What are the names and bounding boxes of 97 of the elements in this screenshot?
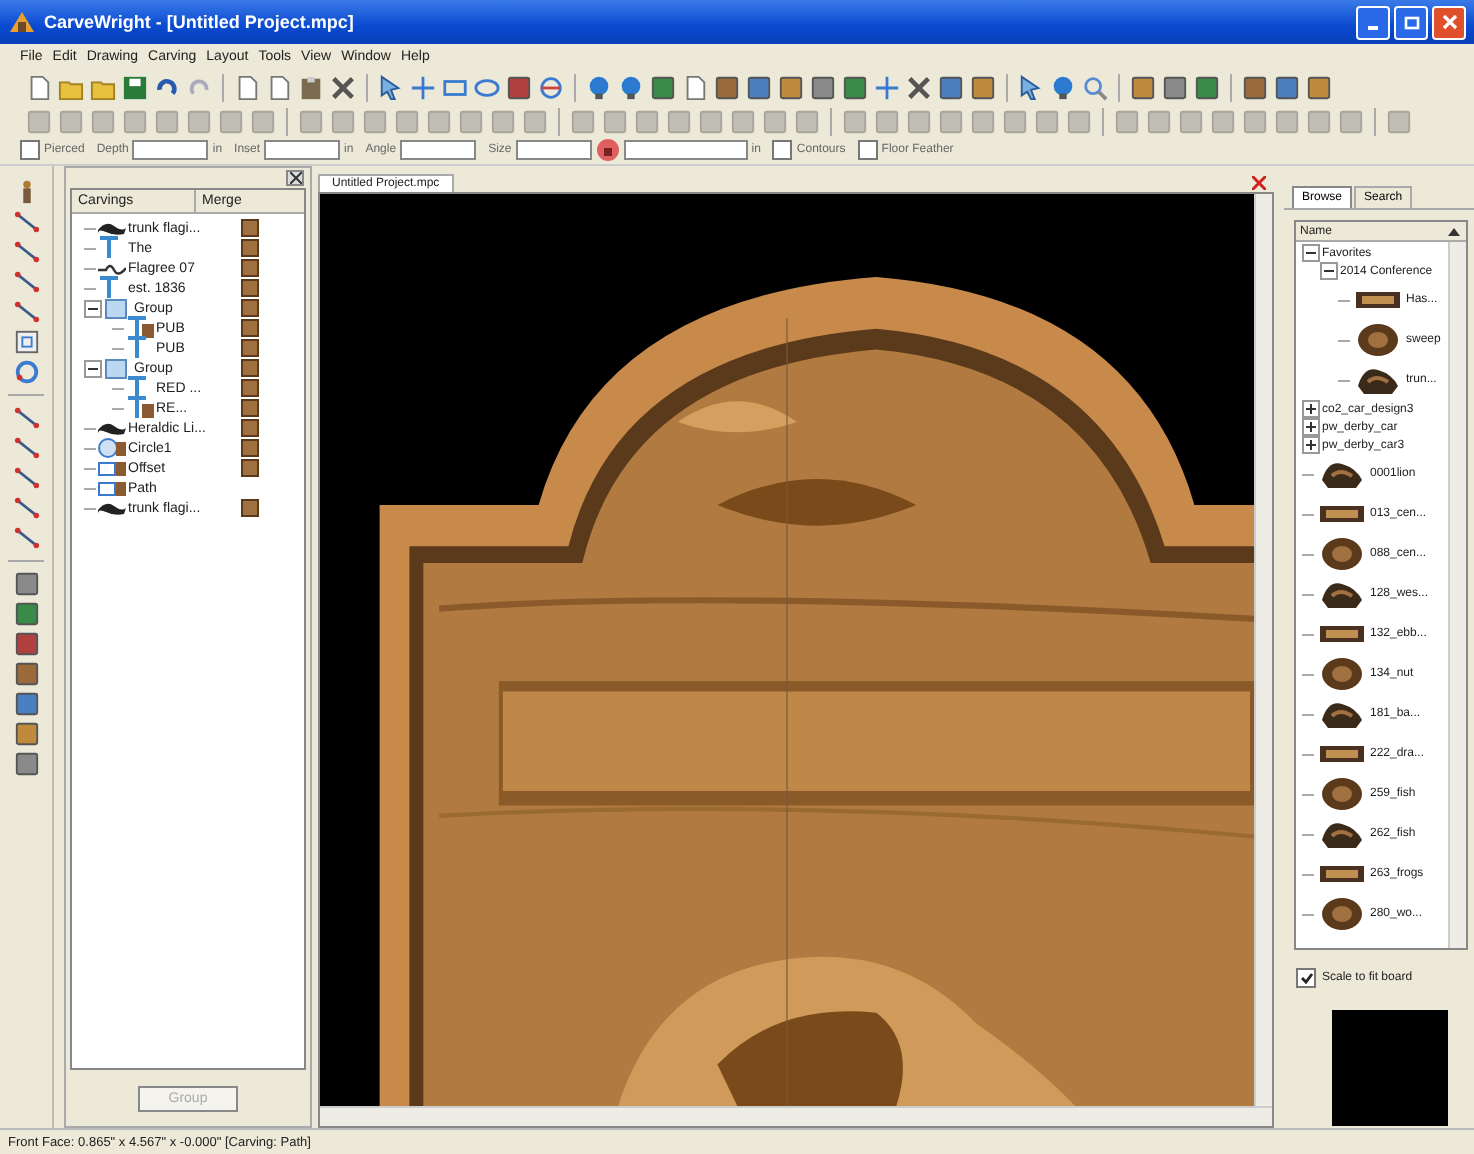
square-icon[interactable] (1304, 71, 1334, 103)
delete-icon[interactable] (328, 71, 358, 103)
merge-icon[interactable] (240, 318, 260, 338)
node-icon[interactable] (11, 434, 41, 462)
merge-icon[interactable] (240, 418, 260, 438)
square-icon[interactable] (744, 71, 774, 103)
merge-icon[interactable] (240, 398, 260, 418)
square-icon[interactable] (1240, 71, 1270, 103)
preview-area (1332, 1010, 1448, 1126)
square-icon[interactable] (776, 71, 806, 103)
scrollbar[interactable] (1254, 194, 1272, 1106)
minimize-button[interactable] (1356, 5, 1390, 39)
node-icon[interactable] (11, 208, 41, 236)
close-icon[interactable] (286, 170, 304, 186)
node-icon[interactable] (11, 494, 41, 522)
square-icon[interactable] (11, 630, 41, 658)
merge-icon[interactable] (240, 358, 260, 378)
square-icon[interactable] (11, 660, 41, 688)
square-icon[interactable] (712, 71, 742, 103)
collapse-icon[interactable] (1320, 262, 1338, 280)
scrollbar[interactable] (320, 1106, 1272, 1126)
merge-icon[interactable] (240, 238, 260, 258)
merge-icon[interactable] (240, 298, 260, 318)
group-icon (104, 296, 132, 320)
pointer-icon[interactable] (1016, 71, 1046, 103)
node-icon[interactable] (11, 238, 41, 266)
expand-icon[interactable] (1302, 436, 1320, 454)
pattern-icon (126, 316, 154, 340)
sort-arrow-icon[interactable] (1446, 223, 1462, 239)
square-icon[interactable] (504, 71, 534, 103)
square-icon[interactable] (11, 600, 41, 628)
model-thumbnail-icon (1316, 896, 1368, 932)
frame-icon[interactable] (11, 328, 41, 356)
scrollbar[interactable] (1448, 242, 1466, 948)
collapse-icon[interactable] (84, 299, 102, 317)
checkbox[interactable] (772, 140, 793, 160)
group-icon (104, 356, 132, 380)
merge-icon[interactable] (240, 338, 260, 358)
collapse-icon[interactable] (84, 359, 102, 377)
node-icon[interactable] (11, 268, 41, 296)
checkbox[interactable] (1296, 968, 1316, 988)
model-thumbnail-icon (1316, 656, 1368, 692)
pattern-icon (126, 396, 154, 420)
save-icon[interactable] (120, 71, 150, 103)
restore-icon[interactable] (1403, 14, 1419, 30)
square-icon[interactable] (840, 71, 870, 103)
restore-button[interactable] (1394, 5, 1428, 39)
square-icon[interactable] (11, 690, 41, 718)
square-icon[interactable] (936, 71, 966, 103)
square-icon[interactable] (11, 720, 41, 748)
expand-icon[interactable] (1302, 418, 1320, 436)
input-field[interactable] (400, 140, 477, 160)
close-button[interactable] (1432, 5, 1466, 39)
model-thumbnail-icon (1352, 322, 1404, 358)
node-icon[interactable] (11, 524, 41, 552)
merge-icon[interactable] (240, 438, 260, 458)
model-thumbnail-icon (1316, 776, 1368, 812)
merge-icon[interactable] (240, 378, 260, 398)
merge-icon[interactable] (240, 458, 260, 478)
input-field[interactable] (515, 140, 592, 160)
square-icon[interactable] (648, 71, 678, 103)
node-icon[interactable] (11, 298, 41, 326)
square-icon[interactable] (968, 71, 998, 103)
square-icon[interactable] (1272, 71, 1302, 103)
delete-icon[interactable] (904, 71, 934, 103)
app-icon (8, 10, 36, 34)
merge-icon[interactable] (240, 498, 260, 518)
merge-icon[interactable] (240, 258, 260, 278)
crosshair-icon[interactable] (872, 71, 902, 103)
window-title: CarveWright - [Untitled Project.mpc] (44, 12, 356, 32)
node-icon[interactable] (11, 464, 41, 492)
arc-icon[interactable] (536, 71, 566, 103)
square-icon[interactable] (808, 71, 838, 103)
collapse-icon[interactable] (1302, 244, 1320, 262)
circle-icon[interactable] (11, 358, 41, 386)
input-field[interactable] (132, 140, 209, 160)
checkbox[interactable] (20, 140, 40, 160)
node-icon[interactable] (11, 404, 41, 432)
checkbox[interactable] (857, 140, 878, 160)
circle-icon (98, 436, 126, 460)
input-field[interactable] (264, 140, 341, 160)
input-field[interactable] (623, 140, 748, 160)
rectangle-icon (98, 456, 126, 480)
crosshair-icon[interactable] (408, 71, 438, 103)
rectangle-icon (98, 476, 126, 500)
merge-icon[interactable] (240, 218, 260, 238)
square-icon[interactable] (1160, 71, 1190, 103)
square-icon[interactable] (11, 570, 41, 598)
pointer-icon[interactable] (376, 71, 406, 103)
expand-icon[interactable] (1302, 400, 1320, 418)
search-icon[interactable] (1080, 71, 1110, 103)
square-icon[interactable] (1192, 71, 1222, 103)
square-icon[interactable] (11, 750, 41, 778)
square-icon[interactable] (1128, 71, 1158, 103)
merge-icon[interactable] (240, 278, 260, 298)
model-thumbnail-icon (1316, 536, 1368, 572)
clipboard-icon[interactable] (296, 71, 326, 103)
